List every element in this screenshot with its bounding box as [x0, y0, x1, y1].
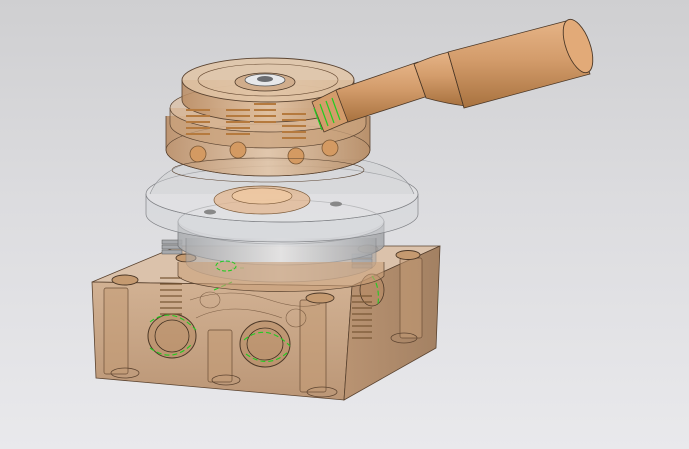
cad-viewport[interactable] — [0, 0, 689, 449]
cad-model-render — [91, 18, 594, 401]
lever-handle — [311, 18, 594, 133]
steel-disc-stack — [145, 159, 419, 292]
